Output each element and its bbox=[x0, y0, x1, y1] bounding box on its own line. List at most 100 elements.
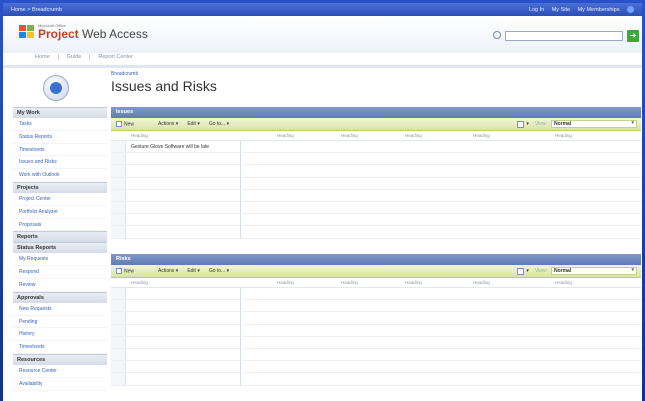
goto-menu[interactable]: Go to... ▾ bbox=[209, 268, 229, 274]
row-selector[interactable] bbox=[111, 189, 126, 201]
edit-menu[interactable]: Edit ▾ bbox=[187, 121, 200, 127]
table-cell[interactable] bbox=[126, 361, 241, 373]
table-cell[interactable]: Gesture Glove Software will be late bbox=[126, 141, 241, 153]
table-row[interactable] bbox=[111, 214, 641, 227]
table-cell[interactable] bbox=[126, 336, 241, 348]
quick-launch-item[interactable]: Proposals bbox=[13, 219, 107, 232]
column-header[interactable]: Heading bbox=[555, 278, 615, 287]
quick-launch-item[interactable]: Review bbox=[13, 279, 107, 292]
edit-menu[interactable]: Edit ▾ bbox=[187, 268, 200, 274]
quick-launch-item[interactable]: History bbox=[13, 328, 107, 342]
column-header[interactable]: Heading bbox=[473, 278, 555, 287]
row-selector[interactable] bbox=[111, 177, 126, 189]
table-row[interactable] bbox=[111, 373, 641, 386]
table-cell[interactable] bbox=[126, 165, 241, 177]
table-row[interactable] bbox=[111, 201, 641, 215]
search-input[interactable] bbox=[505, 31, 623, 41]
quick-launch-item[interactable]: My Requests bbox=[13, 253, 107, 267]
quick-launch-item[interactable]: Project Center bbox=[13, 193, 107, 206]
my-memberships-link[interactable]: My Memberships bbox=[578, 7, 620, 13]
table-row[interactable] bbox=[111, 361, 641, 374]
column-header[interactable]: Heading bbox=[131, 131, 277, 140]
tab-report-center[interactable]: Report Center bbox=[90, 54, 141, 60]
tab-guide[interactable]: Guide bbox=[59, 54, 91, 60]
row-selector[interactable] bbox=[111, 324, 126, 336]
table-cell[interactable] bbox=[126, 153, 241, 165]
row-selector[interactable] bbox=[111, 226, 126, 238]
table-cell[interactable] bbox=[126, 189, 241, 201]
row-selector[interactable] bbox=[111, 214, 126, 226]
table-cell[interactable] bbox=[126, 201, 241, 214]
row-selector[interactable] bbox=[111, 165, 126, 177]
goto-menu[interactable]: Go to... ▾ bbox=[209, 121, 229, 127]
table-row[interactable] bbox=[111, 348, 641, 362]
row-selector[interactable] bbox=[111, 373, 126, 385]
row-selector[interactable] bbox=[111, 300, 126, 312]
column-header[interactable]: Heading bbox=[131, 278, 277, 287]
table-row[interactable] bbox=[111, 312, 641, 325]
quick-launch-heading[interactable]: Approvals bbox=[13, 291, 107, 303]
search-go-button[interactable]: ➜ bbox=[627, 30, 639, 42]
quick-launch-heading[interactable]: Projects bbox=[13, 181, 107, 193]
quick-launch-heading[interactable]: My Work bbox=[13, 107, 107, 118]
table-cell[interactable] bbox=[126, 288, 241, 300]
quick-launch-item[interactable]: Respond bbox=[13, 266, 107, 279]
quick-launch-heading[interactable]: Reports bbox=[13, 231, 107, 243]
column-header[interactable]: Heading bbox=[473, 131, 555, 140]
quick-launch-item[interactable]: Timesheets bbox=[13, 341, 107, 354]
quick-launch-item[interactable]: Tasks bbox=[13, 118, 107, 131]
table-cell[interactable] bbox=[126, 373, 241, 385]
table-row[interactable] bbox=[111, 300, 641, 313]
actions-menu[interactable]: Actions ▾ bbox=[158, 121, 178, 127]
quick-launch-item[interactable]: Pending bbox=[13, 316, 107, 329]
tab-home[interactable]: Home bbox=[27, 54, 59, 60]
table-row[interactable] bbox=[111, 177, 641, 190]
quick-launch-item[interactable]: Portfolio Analyzer bbox=[13, 206, 107, 219]
table-cell[interactable] bbox=[126, 177, 241, 189]
row-selector[interactable] bbox=[111, 312, 126, 324]
row-selector[interactable] bbox=[111, 361, 126, 373]
quick-launch-item[interactable]: New Requests bbox=[13, 303, 107, 316]
my-site-link[interactable]: My Site bbox=[552, 7, 570, 13]
row-selector[interactable] bbox=[111, 288, 126, 300]
table-row[interactable] bbox=[111, 165, 641, 178]
table-row[interactable] bbox=[111, 189, 641, 202]
quick-launch-item[interactable]: Work with Outlook bbox=[13, 169, 107, 182]
view-settings-icon[interactable] bbox=[517, 267, 525, 275]
quick-launch-item[interactable]: Timesheets bbox=[13, 144, 107, 157]
view-select[interactable]: Normal bbox=[551, 120, 637, 128]
quick-launch-heading[interactable]: Status Reports bbox=[13, 242, 107, 254]
table-cell[interactable] bbox=[126, 324, 241, 336]
log-in-link[interactable]: Log In bbox=[529, 7, 544, 13]
table-cell[interactable] bbox=[126, 300, 241, 312]
column-header[interactable]: Heading bbox=[405, 278, 473, 287]
column-header[interactable]: Heading bbox=[341, 278, 405, 287]
column-header[interactable]: Heading bbox=[555, 131, 615, 140]
table-row[interactable] bbox=[111, 336, 641, 349]
column-header[interactable]: Heading bbox=[405, 131, 473, 140]
column-header[interactable]: Heading bbox=[277, 278, 341, 287]
table-row[interactable] bbox=[111, 153, 641, 166]
quick-launch-heading[interactable]: Resources bbox=[13, 353, 107, 365]
page-breadcrumb[interactable]: Breadcrumb bbox=[111, 71, 641, 77]
site-breadcrumb[interactable]: Home > Breadcrumb bbox=[11, 7, 523, 13]
table-row[interactable] bbox=[111, 288, 641, 301]
actions-menu[interactable]: Actions ▾ bbox=[158, 268, 178, 274]
table-cell[interactable] bbox=[126, 312, 241, 324]
new-button[interactable]: New bbox=[116, 267, 134, 274]
new-button[interactable]: New bbox=[116, 120, 134, 127]
quick-launch-item[interactable]: Resource Center bbox=[13, 365, 107, 378]
help-icon[interactable] bbox=[627, 6, 634, 13]
quick-launch-item[interactable]: Availability bbox=[13, 378, 107, 391]
table-cell[interactable] bbox=[126, 226, 241, 238]
table-row[interactable] bbox=[111, 324, 641, 337]
row-selector[interactable] bbox=[111, 201, 126, 214]
quick-launch-item[interactable]: Issues and Risks bbox=[13, 156, 107, 170]
view-select[interactable]: Normal bbox=[551, 267, 637, 275]
row-selector[interactable] bbox=[111, 141, 126, 153]
table-row[interactable]: Gesture Glove Software will be late bbox=[111, 141, 641, 154]
row-selector[interactable] bbox=[111, 348, 126, 361]
view-settings-icon[interactable] bbox=[517, 120, 525, 128]
column-header[interactable]: Heading bbox=[341, 131, 405, 140]
row-selector[interactable] bbox=[111, 336, 126, 348]
